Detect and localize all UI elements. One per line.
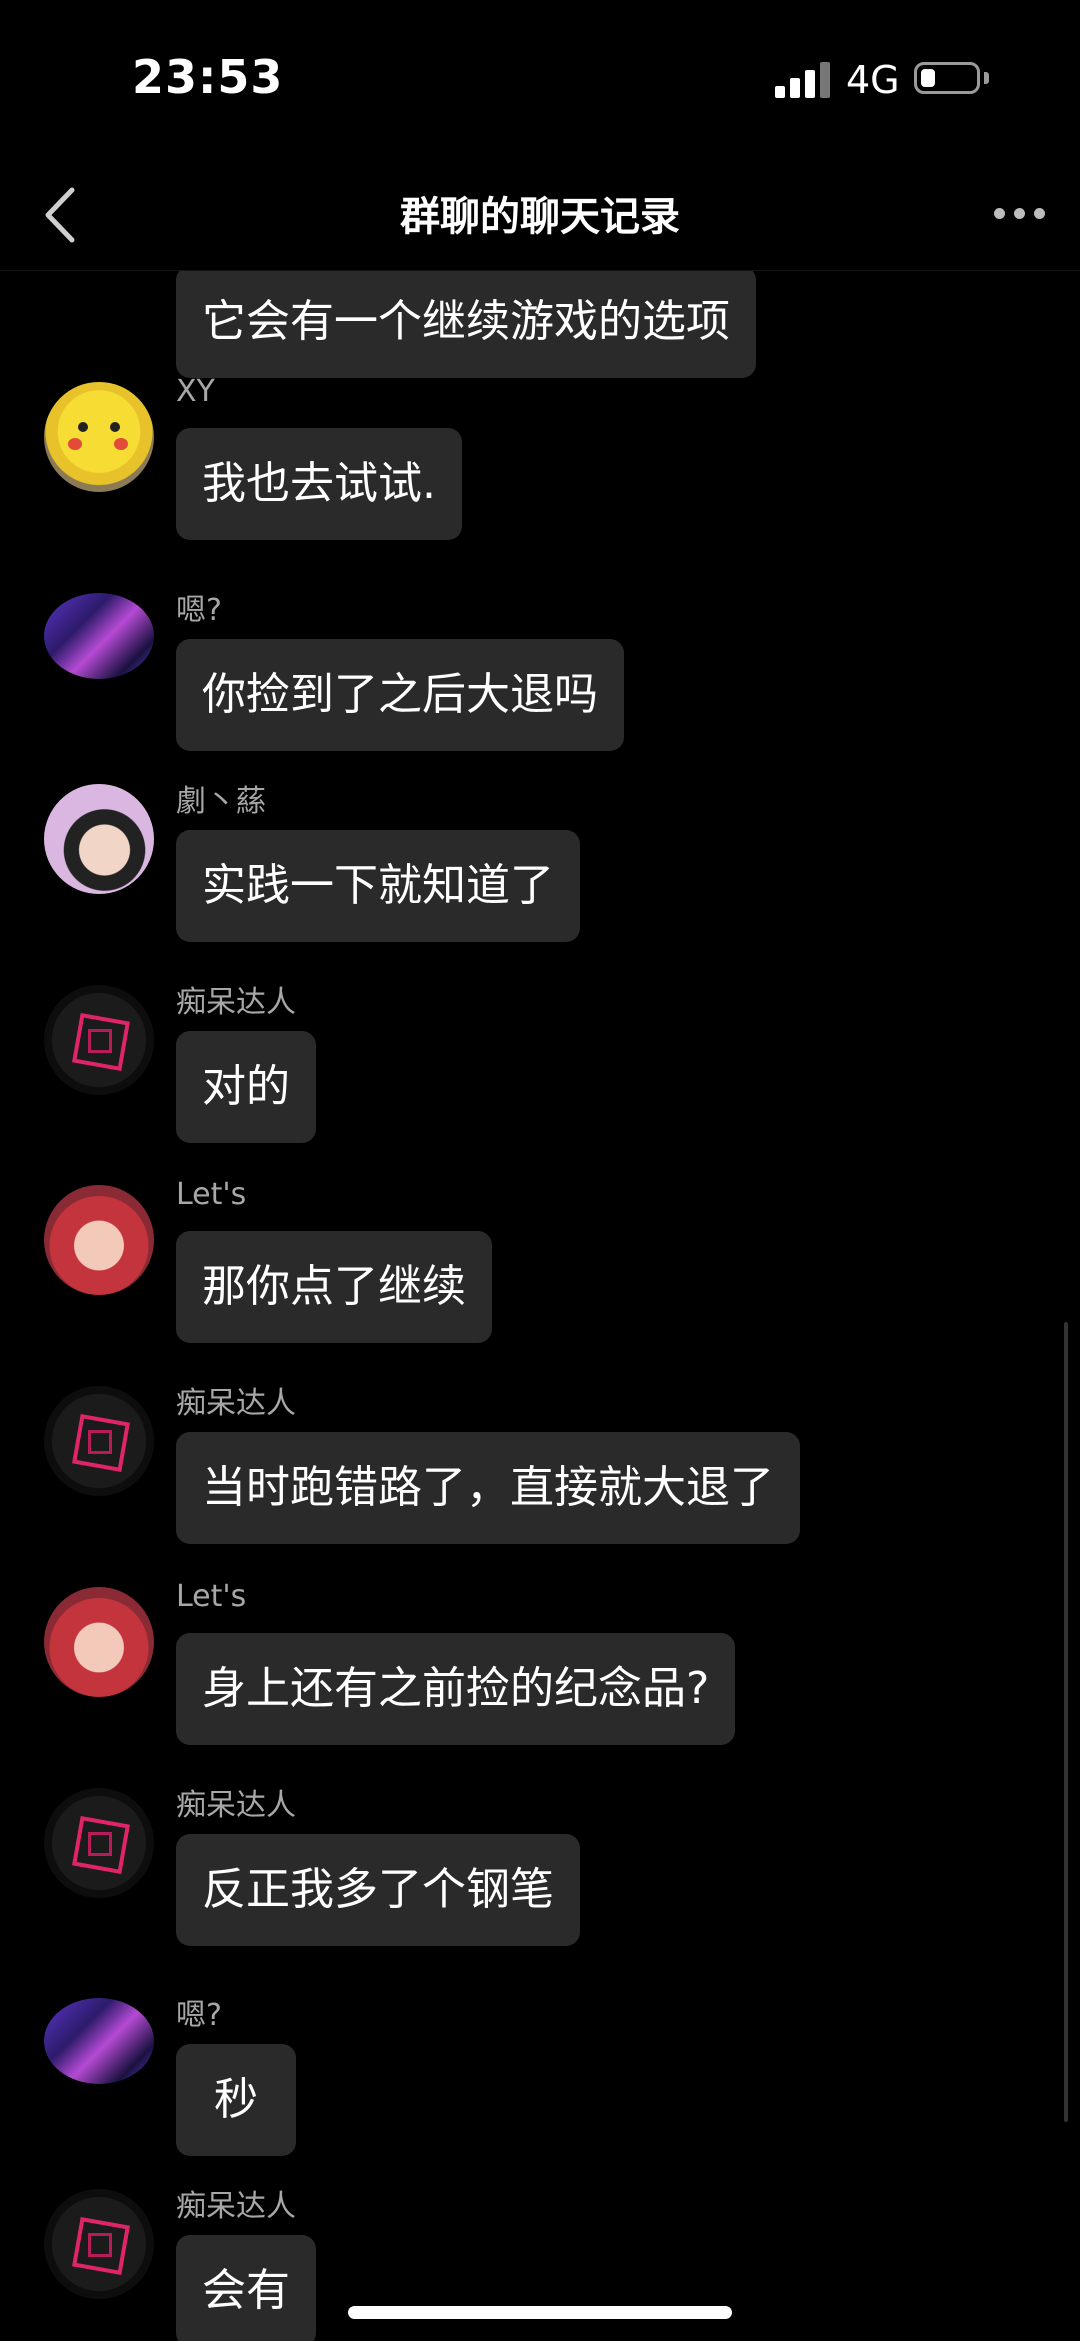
- message-bubble[interactable]: 秒: [176, 2044, 296, 2156]
- avatar[interactable]: [44, 382, 154, 492]
- avatar[interactable]: [44, 1788, 154, 1898]
- status-time: 23:53: [132, 50, 284, 104]
- sender-name: 劇丶蕬: [176, 784, 266, 819]
- avatar[interactable]: [44, 2189, 154, 2299]
- message-bubble[interactable]: 我也去试试.: [176, 428, 462, 540]
- home-indicator[interactable]: [348, 2306, 732, 2319]
- nav-bar: 群聊的聊天记录: [0, 160, 1080, 271]
- scrollbar[interactable]: [1064, 1322, 1068, 2122]
- sender-name: 嗯?: [176, 593, 222, 628]
- battery-icon: [914, 62, 980, 94]
- message-bubble[interactable]: 反正我多了个钢笔: [176, 1834, 580, 1946]
- avatar[interactable]: [44, 1386, 154, 1496]
- sender-name: 痴呆达人: [176, 1788, 296, 1823]
- sender-name: XY: [176, 374, 215, 409]
- battery-tip: [984, 72, 989, 84]
- avatar[interactable]: [44, 593, 154, 679]
- cellular-signal-icon: [775, 62, 835, 98]
- avatar[interactable]: [44, 985, 154, 1095]
- sender-name: 嗯?: [176, 1998, 222, 2033]
- status-bar: 23:53 4G: [0, 0, 1080, 160]
- message-bubble[interactable]: 会有: [176, 2235, 316, 2341]
- avatar[interactable]: [44, 1998, 154, 2084]
- sender-name: Let's: [176, 1177, 247, 1212]
- sender-name: Let's: [176, 1579, 247, 1614]
- network-type: 4G: [846, 58, 900, 102]
- more-dots-icon[interactable]: [990, 200, 1050, 230]
- message-bubble[interactable]: 实践一下就知道了: [176, 830, 580, 942]
- sender-name: 痴呆达人: [176, 1386, 296, 1421]
- chat-history[interactable]: 它会有一个继续游戏的选项 XY 我也去试试. 嗯? 你捡到了之后大退吗 劇丶蕬 …: [0, 0, 1080, 2341]
- sender-name: 痴呆达人: [176, 2189, 296, 2224]
- message-bubble[interactable]: 身上还有之前捡的纪念品?: [176, 1633, 736, 1745]
- page-title: 群聊的聊天记录: [400, 194, 680, 240]
- message-bubble[interactable]: 它会有一个继续游戏的选项: [176, 266, 756, 378]
- avatar[interactable]: [44, 1587, 154, 1697]
- avatar[interactable]: [44, 784, 154, 894]
- message-bubble[interactable]: 当时跑错路了，直接就大退了: [176, 1432, 800, 1544]
- message-bubble[interactable]: 那你点了继续: [176, 1231, 492, 1343]
- avatar[interactable]: [44, 1185, 154, 1295]
- message-bubble[interactable]: 对的: [176, 1031, 316, 1143]
- sender-name: 痴呆达人: [176, 985, 296, 1020]
- message-bubble[interactable]: 你捡到了之后大退吗: [176, 639, 624, 751]
